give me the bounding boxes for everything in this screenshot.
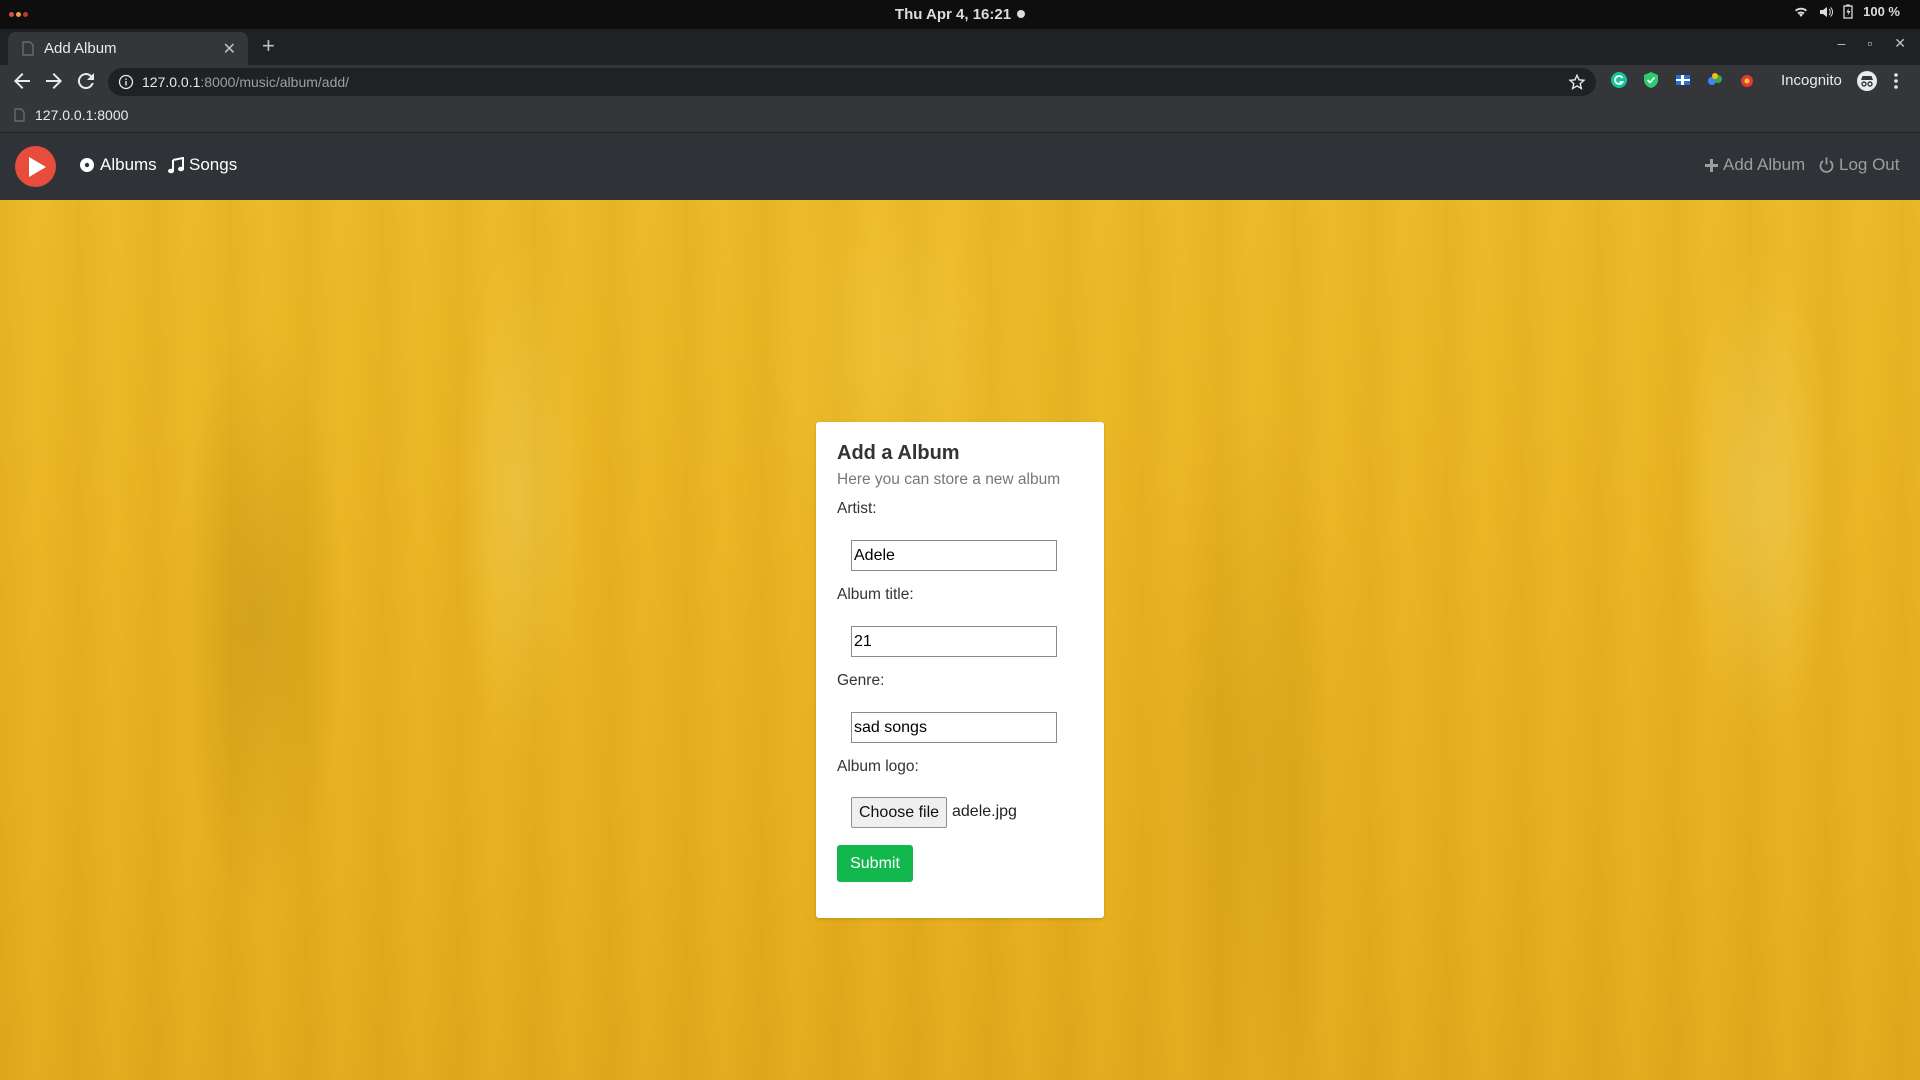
incognito-icon[interactable] <box>1856 70 1878 92</box>
power-icon <box>1819 157 1834 173</box>
browser-toolbar: 127.0.0.1:8000/music/album/add/ Incognit… <box>0 65 1920 98</box>
bookmark-star-icon[interactable] <box>1568 73 1586 91</box>
genre-label: Genre: <box>837 672 885 689</box>
artist-input[interactable] <box>851 540 1057 571</box>
system-tray[interactable]: 100 % <box>1793 4 1900 19</box>
nav-albums[interactable]: Albums <box>79 155 157 175</box>
plus-icon <box>1705 158 1718 172</box>
reload-icon[interactable] <box>74 69 98 93</box>
nav-logout-label: Log Out <box>1839 155 1900 174</box>
choose-file-button[interactable]: Choose file <box>851 797 947 828</box>
nav-songs[interactable]: Songs <box>168 155 237 175</box>
os-clock-text: Thu Apr 4, 16:21 <box>894 6 1012 23</box>
main-background: Add a Album Here you can store a new alb… <box>0 200 1920 1080</box>
address-bar[interactable]: 127.0.0.1:8000/music/album/add/ <box>108 68 1596 96</box>
close-tab-icon[interactable]: ✕ <box>223 39 236 59</box>
os-top-bar: Thu Apr 4, 16:21 100 % <box>0 0 1920 29</box>
play-icon <box>29 157 46 177</box>
url-text: 127.0.0.1:8000/music/album/add/ <box>142 74 349 90</box>
notification-dot-icon <box>1017 10 1026 18</box>
album-title-input[interactable] <box>851 626 1057 657</box>
selected-file-name: adele.jpg <box>952 803 1017 820</box>
battery-icon <box>1843 4 1853 19</box>
translate-extension-icon[interactable] <box>1674 71 1692 89</box>
red-extension-icon[interactable] <box>1738 71 1756 89</box>
genre-input[interactable] <box>851 712 1057 743</box>
forward-icon[interactable] <box>42 69 66 93</box>
submit-button[interactable]: Submit <box>837 845 913 882</box>
form-title: Add a Album <box>837 442 960 464</box>
url-path: :8000/music/album/add/ <box>200 74 350 90</box>
tab-add-album[interactable]: Add Album ✕ <box>8 32 248 65</box>
artist-label: Artist: <box>837 500 877 517</box>
tab-title: Add Album <box>44 40 117 57</box>
bookmark-localhost[interactable]: 127.0.0.1:8000 <box>14 107 128 123</box>
music-note-icon <box>168 156 184 173</box>
volume-icon <box>1820 6 1834 17</box>
window-controls: – ▫ ✕ <box>1838 35 1907 52</box>
nav-albums-label: Albums <box>100 155 157 174</box>
url-host: 127.0.0.1 <box>142 74 201 90</box>
bookmark-label: 127.0.0.1:8000 <box>35 107 129 123</box>
page-icon <box>22 41 34 56</box>
new-tab-button[interactable]: + <box>262 33 275 59</box>
nav-add-album[interactable]: Add Album <box>1705 155 1805 175</box>
os-clock[interactable]: Thu Apr 4, 16:21 <box>0 6 1920 23</box>
form-subtitle: Here you can store a new album <box>837 471 1061 488</box>
incognito-label: Incognito <box>1781 72 1842 89</box>
nav-add-album-label: Add Album <box>1723 155 1806 174</box>
site-info-icon[interactable] <box>118 74 134 90</box>
disc-icon <box>80 158 94 172</box>
back-icon[interactable] <box>10 69 34 93</box>
more-menu-icon[interactable] <box>1893 72 1899 90</box>
album-title-label: Album title: <box>837 586 914 603</box>
site-navbar: Albums Songs Add Album Log Out <box>0 133 1920 200</box>
bookmarks-bar: 127.0.0.1:8000 <box>0 98 1920 133</box>
wifi-icon <box>1795 7 1808 17</box>
nav-songs-label: Songs <box>189 155 238 174</box>
browser-tab-strip: Add Album ✕ + – ▫ ✕ <box>0 29 1920 65</box>
album-logo-label: Album logo: <box>837 758 919 775</box>
page-icon <box>14 108 25 122</box>
minimize-icon[interactable]: – <box>1838 35 1846 52</box>
nav-logout[interactable]: Log Out <box>1819 155 1900 175</box>
brand-logo[interactable] <box>15 146 56 187</box>
maximize-icon[interactable]: ▫ <box>1867 35 1872 52</box>
shield-extension-icon[interactable] <box>1642 71 1660 89</box>
colorful-extension-icon[interactable] <box>1706 71 1724 89</box>
close-window-icon[interactable]: ✕ <box>1894 35 1906 52</box>
battery-percent: 100 % <box>1863 4 1900 19</box>
grammarly-extension-icon[interactable] <box>1610 71 1628 89</box>
add-album-card: Add a Album Here you can store a new alb… <box>816 422 1104 918</box>
